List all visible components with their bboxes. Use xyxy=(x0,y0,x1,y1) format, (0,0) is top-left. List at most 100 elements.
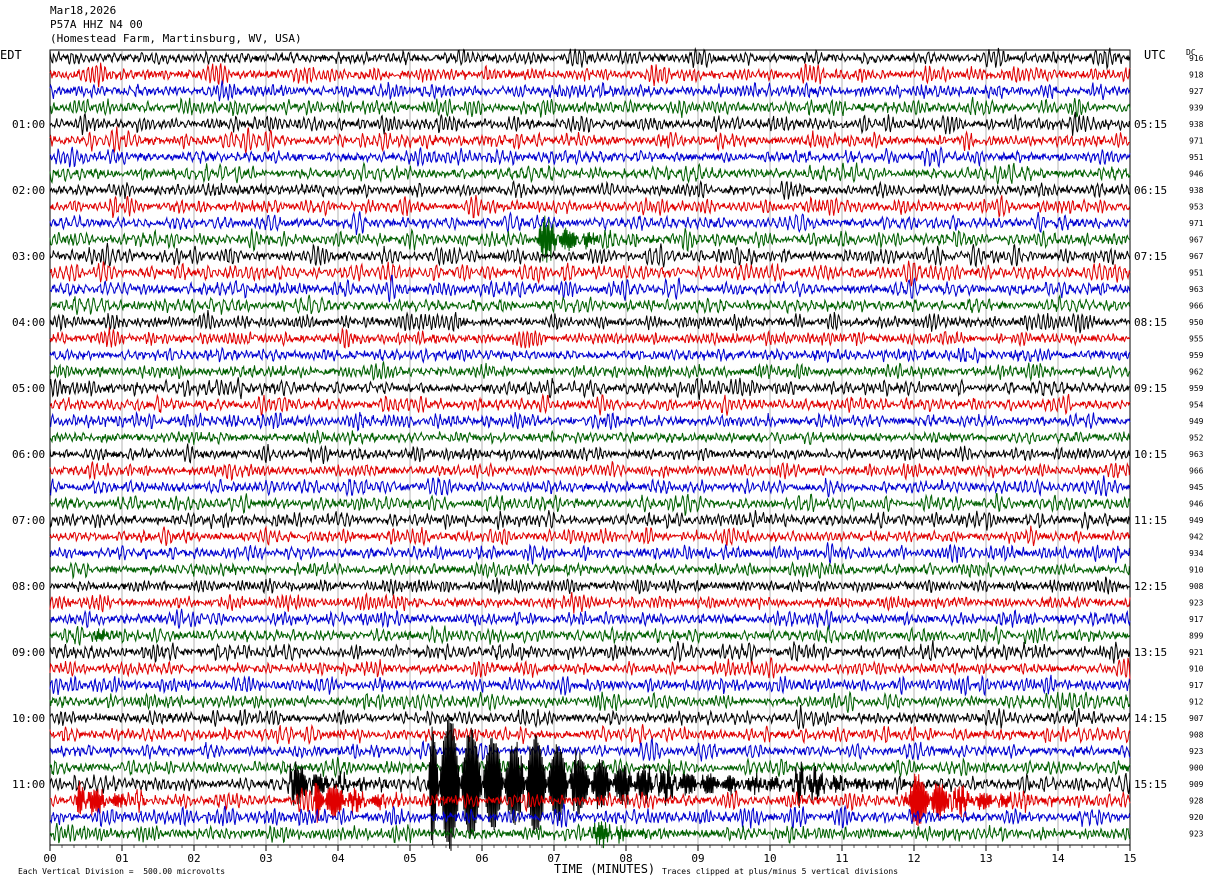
dc-offset-label: 967 xyxy=(1189,252,1204,261)
x-tick-label: 01 xyxy=(115,852,128,865)
edt-hour-label: 07:00 xyxy=(12,514,45,527)
dc-offset-label: 910 xyxy=(1189,665,1204,674)
edt-hour-label: 08:00 xyxy=(12,580,45,593)
edt-hour-label: 10:00 xyxy=(12,712,45,725)
seismic-trace xyxy=(49,194,1131,219)
seismic-trace xyxy=(49,624,1131,646)
seismic-trace xyxy=(49,242,1131,269)
seismic-trace xyxy=(49,576,1131,597)
dc-offset-label: 917 xyxy=(1189,615,1204,624)
seismic-trace xyxy=(49,803,1131,830)
dc-offset-label: 955 xyxy=(1189,335,1204,344)
utc-hour-label: 11:15 xyxy=(1134,514,1167,527)
seismic-trace xyxy=(49,560,1131,580)
seismic-trace xyxy=(49,821,1131,849)
x-tick-label: 02 xyxy=(187,852,200,865)
seismic-trace xyxy=(49,640,1131,664)
utc-hour-label: 09:15 xyxy=(1134,382,1167,395)
dc-offset-label: 950 xyxy=(1189,318,1204,327)
x-tick-label: 09 xyxy=(691,852,704,865)
seismic-trace xyxy=(49,179,1131,200)
seismic-trace xyxy=(49,690,1131,713)
dc-offset-label: 946 xyxy=(1189,170,1204,179)
dc-offset-label: 953 xyxy=(1189,203,1204,212)
dc-offset-label: 918 xyxy=(1189,71,1204,80)
seismic-trace xyxy=(49,62,1131,88)
edt-hour-label: 03:00 xyxy=(12,250,45,263)
dc-offset-label: 908 xyxy=(1189,582,1204,591)
dc-offset-label: 951 xyxy=(1189,269,1204,278)
x-tick-label: 14 xyxy=(1051,852,1065,865)
dc-offset-label: 917 xyxy=(1189,681,1204,690)
seismic-trace xyxy=(49,377,1131,400)
edt-hour-label: 06:00 xyxy=(12,448,45,461)
seismic-trace xyxy=(49,326,1131,349)
dc-offset-label: 907 xyxy=(1189,714,1204,723)
dc-offset-label: 939 xyxy=(1189,104,1204,113)
dc-offset-label: 971 xyxy=(1189,137,1204,146)
dc-offset-label: 966 xyxy=(1189,467,1204,476)
x-tick-label: 06 xyxy=(475,852,488,865)
utc-hour-label: 05:15 xyxy=(1134,118,1167,131)
seismic-trace xyxy=(49,542,1131,565)
dc-offset-label: 923 xyxy=(1189,830,1204,839)
seismic-trace xyxy=(49,393,1131,416)
dc-offset-label: 910 xyxy=(1189,566,1204,575)
edt-hour-label: 01:00 xyxy=(12,118,45,131)
seismic-trace xyxy=(49,510,1131,531)
x-tick-label: 03 xyxy=(259,852,272,865)
seismic-trace xyxy=(49,674,1131,697)
seismic-trace xyxy=(49,704,1131,730)
utc-hour-label: 15:15 xyxy=(1134,778,1167,791)
x-tick-label: 10 xyxy=(763,852,776,865)
dc-offset-label: 923 xyxy=(1189,599,1204,608)
dc-offset-label: 966 xyxy=(1189,302,1204,311)
dc-offset-label: 963 xyxy=(1189,450,1204,459)
utc-hour-label: 12:15 xyxy=(1134,580,1167,593)
dc-offset-label: 967 xyxy=(1189,236,1204,245)
dc-offset-label: 949 xyxy=(1189,516,1204,525)
x-tick-label: 12 xyxy=(907,852,920,865)
seismic-trace xyxy=(49,361,1131,382)
dc-offset-label: 923 xyxy=(1189,747,1204,756)
seismic-trace xyxy=(49,723,1131,746)
utc-hour-label: 14:15 xyxy=(1134,712,1167,725)
dc-offset-label: 927 xyxy=(1189,87,1204,96)
seismic-trace xyxy=(49,608,1131,631)
dc-offset-label: 959 xyxy=(1189,351,1204,360)
dc-offset-label: 951 xyxy=(1189,153,1204,162)
dc-offset-label: 934 xyxy=(1189,549,1204,558)
edt-hour-label: 09:00 xyxy=(12,646,45,659)
seismic-trace xyxy=(49,111,1131,136)
seismic-trace xyxy=(49,525,1131,547)
dc-offset-label: 921 xyxy=(1189,648,1204,657)
seismic-trace xyxy=(49,475,1131,498)
x-tick-label: 04 xyxy=(331,852,345,865)
dc-offset-label: 971 xyxy=(1189,219,1204,228)
dc-offset-label: 928 xyxy=(1189,797,1204,806)
dc-offset-label: 945 xyxy=(1189,483,1204,492)
seismic-trace xyxy=(49,410,1131,432)
seismic-trace xyxy=(49,737,1131,762)
x-tick-label: 11 xyxy=(835,852,848,865)
dc-offset-label: 962 xyxy=(1189,368,1204,377)
seismic-trace xyxy=(49,146,1131,169)
dc-offset-label: 920 xyxy=(1189,813,1204,822)
seismic-trace xyxy=(49,461,1131,482)
helicorder-plot: 00 01 02 03 04 05 06 07 08 09 10 11 12 13 14 15 916 918 92… xyxy=(12,46,1204,865)
seismic-trace xyxy=(49,294,1131,315)
utc-hour-label: 07:15 xyxy=(1134,250,1167,263)
seismic-trace xyxy=(49,80,1131,102)
seismic-trace xyxy=(49,346,1131,364)
seismic-trace xyxy=(49,591,1131,614)
dc-offset-label: 942 xyxy=(1189,533,1204,542)
x-tick-label: 13 xyxy=(979,852,992,865)
x-tick-label: 05 xyxy=(403,852,416,865)
utc-hour-label: 06:15 xyxy=(1134,184,1167,197)
x-tick-label: 00 xyxy=(43,852,56,865)
dc-offset-label: 959 xyxy=(1189,384,1204,393)
dc-offset-label: 952 xyxy=(1189,434,1204,443)
utc-hour-label: 08:15 xyxy=(1134,316,1167,329)
seismic-trace xyxy=(49,161,1131,185)
dc-offset-label: 899 xyxy=(1189,632,1204,641)
